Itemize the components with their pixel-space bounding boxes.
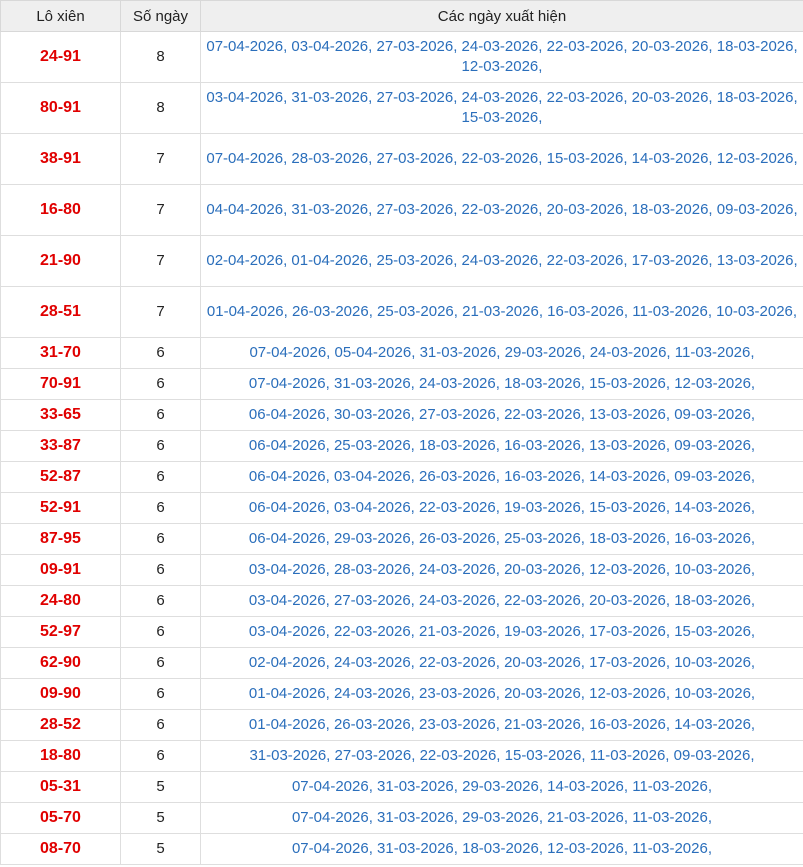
count-cell: 5 <box>120 771 201 803</box>
count-cell: 6 <box>120 709 201 741</box>
table-row: 87-95 6 06-04-2026, 29-03-2026, 26-03-2026… <box>0 523 803 555</box>
count-cell: 6 <box>120 740 201 772</box>
count-cell: 6 <box>120 678 201 710</box>
table-header: Lô xiên Số ngày Các ngày xuất hiện <box>0 0 803 32</box>
pair-cell: 16-80 <box>0 184 121 236</box>
dates-cell: 02-04-2026, 24-03-2026, 22-03-2026, 20-0… <box>200 647 803 679</box>
pair-cell: 38-91 <box>0 133 121 185</box>
dates-cell: 02-04-2026, 01-04-2026, 25-03-2026, 24-0… <box>200 235 803 287</box>
dates-cell: 07-04-2026, 03-04-2026, 27-03-2026, 24-0… <box>200 31 803 83</box>
pair-cell: 31-70 <box>0 337 121 369</box>
dates-cell: 06-04-2026, 29-03-2026, 26-03-2026, 25-0… <box>200 523 803 555</box>
table-row: 16-80 7 04-04-2026, 31-03-2026, 27-03-2026… <box>0 184 803 236</box>
pair-cell: 80-91 <box>0 82 121 134</box>
table-row: 08-70 5 07-04-2026, 31-03-2026, 18-03-2026… <box>0 833 803 865</box>
table-row: 24-91 8 07-04-2026, 03-04-2026, 27-03-2026… <box>0 31 803 83</box>
table-row: 24-80 6 03-04-2026, 27-03-2026, 24-03-2026… <box>0 585 803 617</box>
count-cell: 8 <box>120 82 201 134</box>
pair-cell: 62-90 <box>0 647 121 679</box>
pair-cell: 08-70 <box>0 833 121 865</box>
count-cell: 6 <box>120 616 201 648</box>
dates-cell: 06-04-2026, 30-03-2026, 27-03-2026, 22-0… <box>200 399 803 431</box>
dates-cell: 01-04-2026, 24-03-2026, 23-03-2026, 20-0… <box>200 678 803 710</box>
lo-xien-table: Lô xiên Số ngày Các ngày xuất hiện 24-91… <box>0 0 803 865</box>
pair-cell: 21-90 <box>0 235 121 287</box>
dates-cell: 07-04-2026, 31-03-2026, 29-03-2026, 14-0… <box>200 771 803 803</box>
count-cell: 6 <box>120 368 201 400</box>
count-cell: 6 <box>120 399 201 431</box>
table-row: 09-90 6 01-04-2026, 24-03-2026, 23-03-2026… <box>0 678 803 710</box>
pair-cell: 05-70 <box>0 802 121 834</box>
table-row: 05-31 5 07-04-2026, 31-03-2026, 29-03-2026… <box>0 771 803 803</box>
pair-cell: 87-95 <box>0 523 121 555</box>
header-row: Lô xiên Số ngày Các ngày xuất hiện <box>0 0 803 32</box>
count-cell: 6 <box>120 492 201 524</box>
table-row: 70-91 6 07-04-2026, 31-03-2026, 24-03-2026… <box>0 368 803 400</box>
dates-cell: 07-04-2026, 31-03-2026, 18-03-2026, 12-0… <box>200 833 803 865</box>
pair-cell: 09-90 <box>0 678 121 710</box>
pair-cell: 24-91 <box>0 31 121 83</box>
dates-cell: 07-04-2026, 31-03-2026, 24-03-2026, 18-0… <box>200 368 803 400</box>
count-cell: 6 <box>120 337 201 369</box>
header-dates: Các ngày xuất hiện <box>200 0 803 32</box>
header-pair: Lô xiên <box>0 0 121 32</box>
pair-cell: 24-80 <box>0 585 121 617</box>
count-cell: 8 <box>120 31 201 83</box>
dates-cell: 07-04-2026, 28-03-2026, 27-03-2026, 22-0… <box>200 133 803 185</box>
dates-cell: 07-04-2026, 05-04-2026, 31-03-2026, 29-0… <box>200 337 803 369</box>
dates-cell: 31-03-2026, 27-03-2026, 22-03-2026, 15-0… <box>200 740 803 772</box>
pair-cell: 52-91 <box>0 492 121 524</box>
count-cell: 7 <box>120 184 201 236</box>
dates-cell: 06-04-2026, 03-04-2026, 26-03-2026, 16-0… <box>200 461 803 493</box>
table-row: 28-51 7 01-04-2026, 26-03-2026, 25-03-2026… <box>0 286 803 338</box>
table-row: 52-97 6 03-04-2026, 22-03-2026, 21-03-2026… <box>0 616 803 648</box>
dates-cell: 01-04-2026, 26-03-2026, 25-03-2026, 21-0… <box>200 286 803 338</box>
count-cell: 7 <box>120 235 201 287</box>
count-cell: 6 <box>120 647 201 679</box>
pair-cell: 28-52 <box>0 709 121 741</box>
table-row: 62-90 6 02-04-2026, 24-03-2026, 22-03-2026… <box>0 647 803 679</box>
count-cell: 7 <box>120 133 201 185</box>
pair-cell: 70-91 <box>0 368 121 400</box>
pair-cell: 33-87 <box>0 430 121 462</box>
count-cell: 5 <box>120 802 201 834</box>
table-row: 09-91 6 03-04-2026, 28-03-2026, 24-03-2026… <box>0 554 803 586</box>
dates-cell: 03-04-2026, 22-03-2026, 21-03-2026, 19-0… <box>200 616 803 648</box>
count-cell: 6 <box>120 461 201 493</box>
dates-cell: 07-04-2026, 31-03-2026, 29-03-2026, 21-0… <box>200 802 803 834</box>
table-row: 28-52 6 01-04-2026, 26-03-2026, 23-03-2026… <box>0 709 803 741</box>
count-cell: 7 <box>120 286 201 338</box>
dates-cell: 03-04-2026, 27-03-2026, 24-03-2026, 22-0… <box>200 585 803 617</box>
pair-cell: 09-91 <box>0 554 121 586</box>
table-row: 38-91 7 07-04-2026, 28-03-2026, 27-03-2026… <box>0 133 803 185</box>
pair-cell: 52-87 <box>0 461 121 493</box>
table-row: 05-70 5 07-04-2026, 31-03-2026, 29-03-2026… <box>0 802 803 834</box>
dates-cell: 06-04-2026, 25-03-2026, 18-03-2026, 16-0… <box>200 430 803 462</box>
header-count: Số ngày <box>120 0 201 32</box>
table-row: 31-70 6 07-04-2026, 05-04-2026, 31-03-2026… <box>0 337 803 369</box>
count-cell: 5 <box>120 833 201 865</box>
table-row: 52-91 6 06-04-2026, 03-04-2026, 22-03-2026… <box>0 492 803 524</box>
table-body: 24-91 8 07-04-2026, 03-04-2026, 27-03-2026… <box>0 31 803 865</box>
dates-cell: 01-04-2026, 26-03-2026, 23-03-2026, 21-0… <box>200 709 803 741</box>
count-cell: 6 <box>120 523 201 555</box>
pair-cell: 52-97 <box>0 616 121 648</box>
table-row: 80-91 8 03-04-2026, 31-03-2026, 27-03-2026… <box>0 82 803 134</box>
count-cell: 6 <box>120 585 201 617</box>
dates-cell: 06-04-2026, 03-04-2026, 22-03-2026, 19-0… <box>200 492 803 524</box>
count-cell: 6 <box>120 554 201 586</box>
dates-cell: 04-04-2026, 31-03-2026, 27-03-2026, 22-0… <box>200 184 803 236</box>
table-row: 33-65 6 06-04-2026, 30-03-2026, 27-03-2026… <box>0 399 803 431</box>
dates-cell: 03-04-2026, 31-03-2026, 27-03-2026, 24-0… <box>200 82 803 134</box>
table-row: 52-87 6 06-04-2026, 03-04-2026, 26-03-2026… <box>0 461 803 493</box>
count-cell: 6 <box>120 430 201 462</box>
table-row: 21-90 7 02-04-2026, 01-04-2026, 25-03-2026… <box>0 235 803 287</box>
table-row: 33-87 6 06-04-2026, 25-03-2026, 18-03-2026… <box>0 430 803 462</box>
pair-cell: 05-31 <box>0 771 121 803</box>
pair-cell: 18-80 <box>0 740 121 772</box>
pair-cell: 33-65 <box>0 399 121 431</box>
pair-cell: 28-51 <box>0 286 121 338</box>
table-row: 18-80 6 31-03-2026, 27-03-2026, 22-03-2026… <box>0 740 803 772</box>
dates-cell: 03-04-2026, 28-03-2026, 24-03-2026, 20-0… <box>200 554 803 586</box>
